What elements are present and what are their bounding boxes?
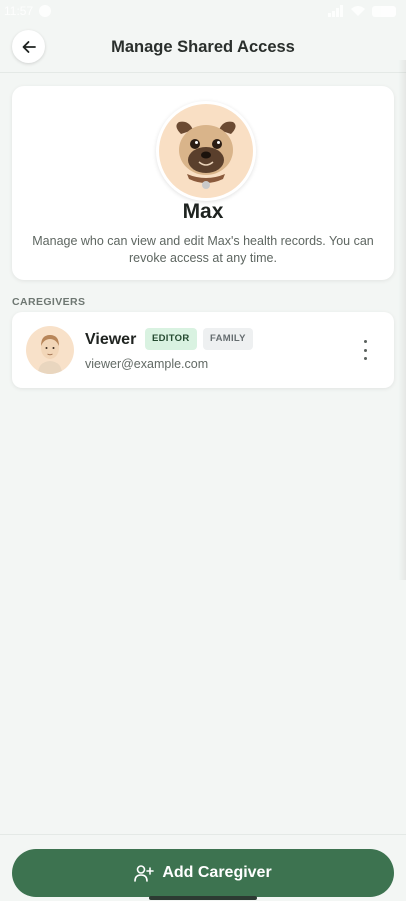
person-avatar-icon xyxy=(38,335,62,374)
caregiver-name: Viewer xyxy=(85,331,137,348)
caregivers-section-label: CAREGIVERS xyxy=(12,296,86,308)
arrow-left-icon xyxy=(22,40,36,53)
role-badge: EDITOR xyxy=(145,328,197,350)
home-indicator xyxy=(149,896,257,900)
pet-profile-card: Max Manage who can view and edit Max's h… xyxy=(12,86,394,280)
pet-avatar xyxy=(156,101,256,201)
status-bar: 11:57 xyxy=(0,0,406,22)
app-header: Manage Shared Access xyxy=(0,22,406,73)
access-description: Manage who can view and edit Max's healt… xyxy=(32,234,374,265)
caregiver-list-item[interactable]: Viewer EDITOR FAMILY viewer@example.com xyxy=(12,312,394,388)
more-vertical-icon[interactable] xyxy=(358,340,372,360)
pet-name: Max xyxy=(182,200,224,223)
add-caregiver-button[interactable]: Add Caregiver xyxy=(12,849,394,897)
relation-badge: FAMILY xyxy=(203,328,253,350)
back-button[interactable] xyxy=(12,30,45,63)
notification-icon xyxy=(39,5,52,17)
caregiver-avatar xyxy=(26,326,74,374)
status-time: 11:57 xyxy=(4,4,34,18)
caregiver-email: viewer@example.com xyxy=(85,357,209,371)
user-plus-icon xyxy=(134,865,155,882)
page-title: Manage Shared Access xyxy=(111,37,295,56)
wifi-icon xyxy=(351,6,365,16)
pug-icon xyxy=(176,121,236,189)
signal-icon xyxy=(328,5,343,17)
battery-icon xyxy=(372,5,396,17)
add-caregiver-label: Add Caregiver xyxy=(162,864,272,881)
edge-shadow xyxy=(398,60,406,580)
